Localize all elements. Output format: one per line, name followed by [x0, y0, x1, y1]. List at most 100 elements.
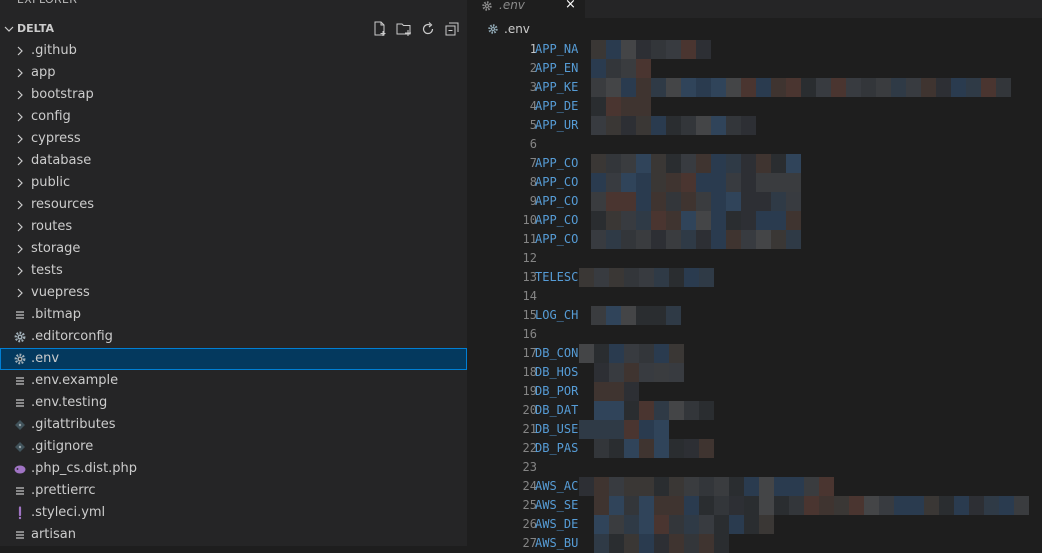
redacted-value	[591, 97, 651, 116]
redacted-value	[594, 401, 714, 420]
redacted-value	[591, 211, 801, 230]
code-line[interactable]: 7 APP_CO	[467, 154, 1042, 173]
line-number: 12	[522, 251, 537, 265]
folder-item-resources[interactable]: resources	[0, 194, 467, 216]
env-key: APP_CO	[535, 194, 579, 208]
code-line[interactable]: 1 APP_NA	[467, 40, 1042, 59]
code-line[interactable]: 12	[467, 249, 1042, 268]
file-item-gitattributes[interactable]: .gitattributes	[0, 414, 467, 436]
file-item-editorconfig[interactable]: .editorconfig	[0, 326, 467, 348]
refresh-icon[interactable]	[419, 20, 437, 38]
file-item-styleci-yml[interactable]: .styleci.yml	[0, 502, 467, 524]
folder-item-storage[interactable]: storage	[0, 238, 467, 260]
line-number: 8	[529, 175, 537, 189]
code-line[interactable]: 17 DB_CON	[467, 344, 1042, 363]
lines-icon	[16, 531, 24, 539]
file-item-artisan[interactable]: artisan	[0, 524, 467, 546]
file-item-prettierrc[interactable]: .prettierrc	[0, 480, 467, 502]
code-line[interactable]: 16	[467, 325, 1042, 344]
line-number: 1	[529, 42, 537, 56]
line-number: 14	[522, 289, 537, 303]
file-item-gitignore[interactable]: .gitignore	[0, 436, 467, 458]
file-item-env[interactable]: .env	[0, 348, 467, 370]
chevron-right-icon	[17, 222, 23, 232]
code-line[interactable]: 23	[467, 458, 1042, 477]
code-area[interactable]: 1 APP_NA 2 APP_EN 3 APP_KE 4 APP_DE 5 APP_UR 6 7 APP…	[467, 40, 1042, 553]
tree-item-label: .github	[31, 43, 77, 58]
line-number: 21	[522, 422, 537, 436]
code-line[interactable]: 19 DB_POR	[467, 382, 1042, 401]
tab-label: .env	[499, 0, 525, 12]
more-actions-icon[interactable]: ···	[439, 0, 452, 5]
line-number: 7	[529, 156, 537, 170]
git-icon	[15, 420, 25, 430]
folder-item-database[interactable]: database	[0, 150, 467, 172]
tree-item-label: artisan	[31, 527, 76, 542]
code-line[interactable]: 22 DB_PAS	[467, 439, 1042, 458]
line-number: 27	[522, 536, 537, 550]
code-line[interactable]: 20 DB_DAT	[467, 401, 1042, 420]
code-line[interactable]: 3 APP_KE	[467, 78, 1042, 97]
code-line[interactable]: 5 APP_UR	[467, 116, 1042, 135]
explorer-header: EXPLORER ···	[0, 0, 467, 8]
env-key: AWS_AC	[535, 479, 579, 493]
close-icon[interactable]: ×	[565, 0, 576, 12]
chevron-right-icon	[17, 244, 23, 254]
code-line[interactable]: 25 AWS_SE	[467, 496, 1042, 515]
file-item-bitmap[interactable]: .bitmap	[0, 304, 467, 326]
env-key: APP_NA	[535, 42, 579, 56]
new-folder-icon[interactable]	[395, 20, 413, 38]
folder-item-public[interactable]: public	[0, 172, 467, 194]
env-key: DB_POR	[535, 384, 579, 398]
explorer-sidebar: EXPLORER ··· DELTA .github app bootstrap co…	[0, 0, 467, 546]
editor-pane: .env × .env 1 APP_NA 2 APP_EN 3 APP_KE 4 APP_DE…	[467, 0, 1042, 553]
new-file-icon[interactable]	[371, 20, 389, 38]
file-item-env-example[interactable]: .env.example	[0, 370, 467, 392]
env-key: APP_CO	[535, 213, 579, 227]
chevron-right-icon	[17, 112, 23, 122]
lines-icon	[16, 487, 24, 495]
folder-item-cypress[interactable]: cypress	[0, 128, 467, 150]
folder-item-github[interactable]: .github	[0, 40, 467, 62]
folder-item-tests[interactable]: tests	[0, 260, 467, 282]
code-line[interactable]: 24 AWS_AC	[467, 477, 1042, 496]
collapse-all-icon[interactable]	[443, 20, 461, 38]
gear-icon	[488, 24, 498, 34]
env-key: APP_CO	[535, 175, 579, 189]
chevron-right-icon	[17, 178, 23, 188]
folder-item-bootstrap[interactable]: bootstrap	[0, 84, 467, 106]
code-line[interactable]: 2 APP_EN	[467, 59, 1042, 78]
code-line[interactable]: 9 APP_CO	[467, 192, 1042, 211]
code-line[interactable]: 4 APP_DE	[467, 97, 1042, 116]
code-line[interactable]: 18 DB_HOS	[467, 363, 1042, 382]
tab-env[interactable]: .env ×	[467, 0, 585, 18]
folder-item-config[interactable]: config	[0, 106, 467, 128]
chevron-down-icon	[4, 26, 14, 32]
code-line[interactable]: 8 APP_CO	[467, 173, 1042, 192]
code-line[interactable]: 21 DB_USE	[467, 420, 1042, 439]
folder-item-routes[interactable]: routes	[0, 216, 467, 238]
code-line[interactable]: 11 APP_CO	[467, 230, 1042, 249]
redacted-value	[591, 173, 801, 192]
env-key: APP_EN	[535, 61, 579, 75]
env-key: AWS_BU	[535, 536, 579, 550]
file-item-php-cs-dist-php[interactable]: .php_cs.dist.php	[0, 458, 467, 480]
redacted-value	[591, 192, 801, 211]
exclamation-icon	[18, 506, 22, 520]
code-line[interactable]: 26 AWS_DE	[467, 515, 1042, 534]
redacted-value	[594, 515, 774, 534]
code-line[interactable]: 14	[467, 287, 1042, 306]
line-number: 25	[522, 498, 537, 512]
breadcrumb[interactable]: .env	[467, 18, 1042, 40]
tree-item-label: .env.example	[31, 373, 119, 388]
code-line[interactable]: 6	[467, 135, 1042, 154]
code-line[interactable]: 10 APP_CO	[467, 211, 1042, 230]
code-line[interactable]: 15 LOG_CH	[467, 306, 1042, 325]
code-line[interactable]: 13 TELESC	[467, 268, 1042, 287]
chevron-right-icon	[17, 68, 23, 78]
workspace-section-header[interactable]: DELTA	[0, 18, 467, 40]
file-item-env-testing[interactable]: .env.testing	[0, 392, 467, 414]
folder-item-app[interactable]: app	[0, 62, 467, 84]
code-line[interactable]: 27 AWS_BU	[467, 534, 1042, 553]
folder-item-vuepress[interactable]: vuepress	[0, 282, 467, 304]
